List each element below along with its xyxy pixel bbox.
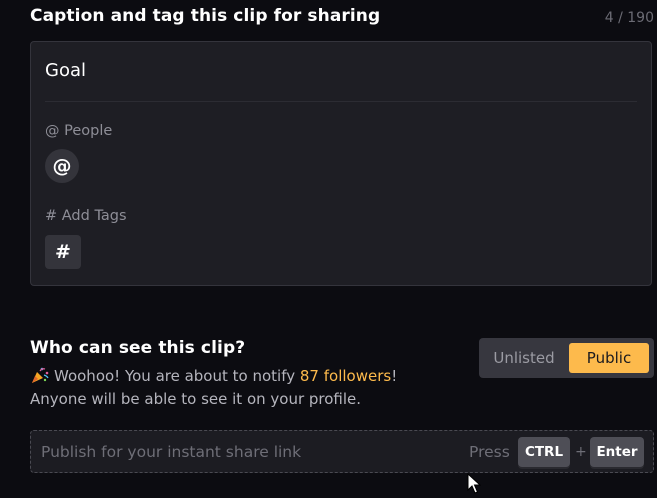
plus-sign: +	[575, 444, 587, 460]
profile-visibility-note: Anyone will be able to see it on your pr…	[30, 390, 362, 408]
character-counter: 4 / 190	[604, 10, 654, 26]
publish-bar[interactable]: Publish for your instant share link Pres…	[30, 430, 654, 473]
unlisted-option[interactable]: Unlisted	[485, 343, 563, 373]
tags-label: # Add Tags	[45, 208, 127, 224]
party-popper-icon	[32, 367, 49, 383]
caption-section-title: Caption and tag this clip for sharing	[30, 6, 381, 26]
notify-message: Woohoo! You are about to notify 87 follo…	[30, 366, 397, 385]
card-divider	[45, 101, 637, 102]
people-label: @ People	[45, 123, 113, 139]
press-label: Press	[469, 443, 510, 461]
caption-input[interactable]: Goal	[45, 60, 635, 81]
caption-card: Goal @ People @ # Add Tags #	[30, 41, 652, 286]
ctrl-key-hint: CTRL	[518, 437, 570, 467]
notify-prefix: Woohoo! You are about to notify	[54, 367, 300, 385]
notify-suffix: !	[391, 367, 398, 385]
followers-count: 87 followers	[299, 367, 392, 385]
add-people-button[interactable]: @	[45, 149, 79, 183]
visibility-toggle: Unlisted Public	[479, 338, 654, 378]
publish-placeholder: Publish for your instant share link	[41, 443, 302, 461]
visibility-section-title: Who can see this clip?	[30, 338, 246, 358]
mouse-cursor-icon	[467, 473, 481, 494]
public-option[interactable]: Public	[569, 343, 649, 373]
add-tags-button[interactable]: #	[45, 235, 81, 269]
enter-key-hint: Enter	[590, 437, 644, 467]
